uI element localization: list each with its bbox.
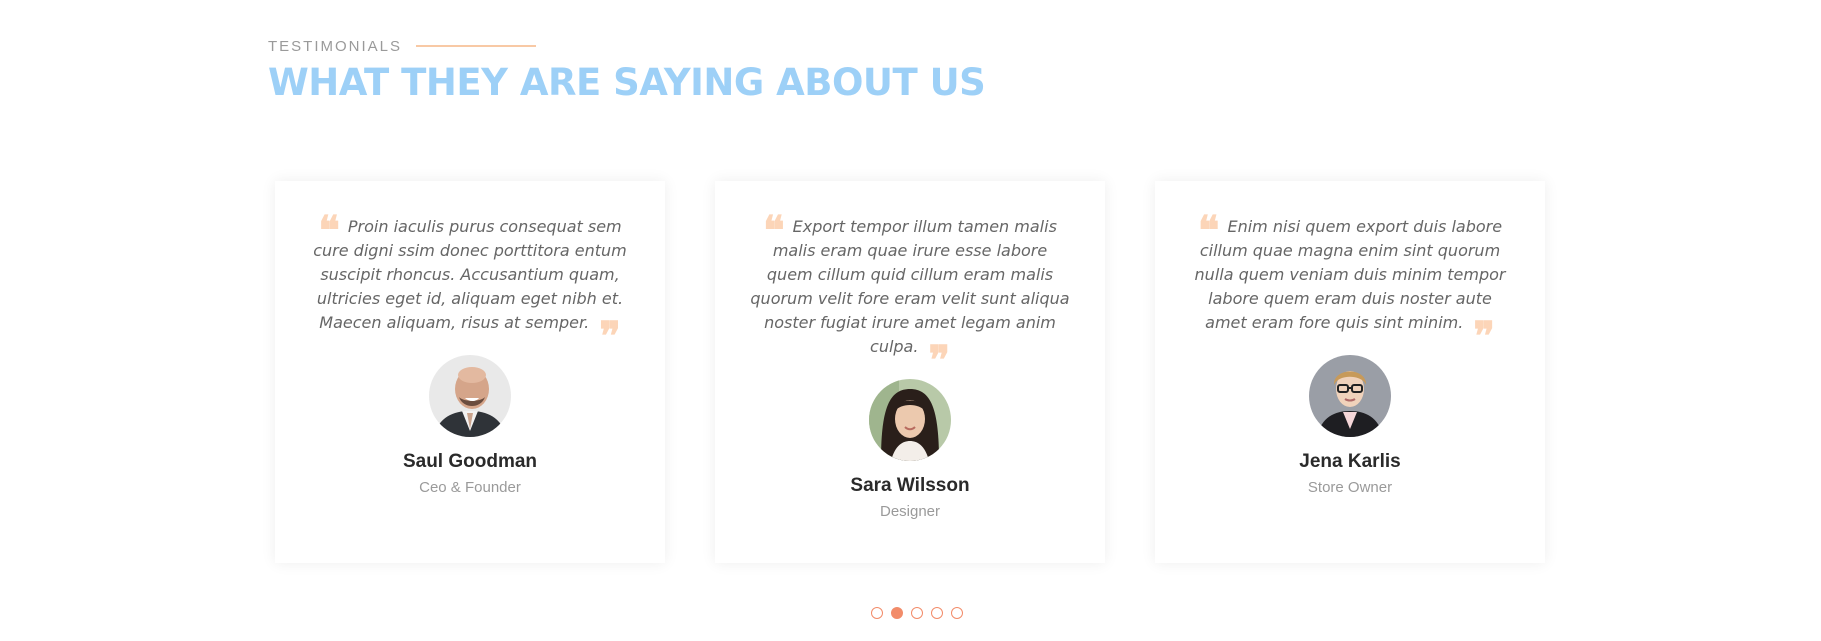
carousel-pagination: [871, 607, 963, 619]
avatar: [429, 355, 511, 437]
testimonial-text: Enim nisi quem export duis labore cillum…: [1194, 217, 1506, 332]
eyebrow-divider-line: [416, 45, 537, 47]
pagination-dot[interactable]: [911, 607, 923, 619]
avatar-photo-icon: [429, 355, 511, 437]
pagination-dot[interactable]: [931, 607, 943, 619]
pagination-dot[interactable]: [871, 607, 883, 619]
section-header: TESTIMONIALS WHAT THEY ARE SAYING ABOUT …: [268, 36, 986, 104]
testimonial-text: Proin iaculis purus consequat sem cure d…: [313, 217, 627, 332]
pagination-dot-active[interactable]: [891, 607, 903, 619]
testimonial-card: ❝ Proin iaculis purus consequat sem cure …: [275, 181, 665, 563]
testimonial-role: Designer: [879, 503, 941, 520]
testimonial-role: Store Owner: [1307, 479, 1393, 496]
testimonial-quote: ❝ Enim nisi quem export duis labore cillu…: [1194, 207, 1506, 360]
section-eyebrow: TESTIMONIALS: [268, 37, 403, 55]
testimonial-card: ❝ Export tempor illum tamen malis malis e…: [715, 181, 1105, 563]
testimonial-name: Sara Wilsson: [850, 475, 970, 496]
testimonial-quote: ❝ Proin iaculis purus consequat sem cure …: [313, 207, 627, 360]
eyebrow-row: TESTIMONIALS: [268, 36, 985, 56]
avatar: [869, 379, 951, 461]
testimonial-card: ❝ Enim nisi quem export duis labore cillu…: [1155, 181, 1545, 563]
pagination-dot[interactable]: [951, 607, 963, 619]
avatar-photo-icon: [869, 379, 951, 461]
avatar: [1309, 355, 1391, 437]
testimonial-quote: ❝ Export tempor illum tamen malis malis e…: [750, 207, 1070, 384]
avatar-photo-icon: [1309, 355, 1391, 437]
testimonial-role: Ceo & Founder: [419, 479, 521, 496]
section-title: WHAT THEY ARE SAYING ABOUT US: [268, 61, 986, 104]
testimonial-name: Saul Goodman: [402, 451, 538, 472]
testimonial-name: Jena Karlis: [1299, 451, 1401, 472]
testimonial-text: Export tempor illum tamen malis malis er…: [750, 217, 1070, 356]
